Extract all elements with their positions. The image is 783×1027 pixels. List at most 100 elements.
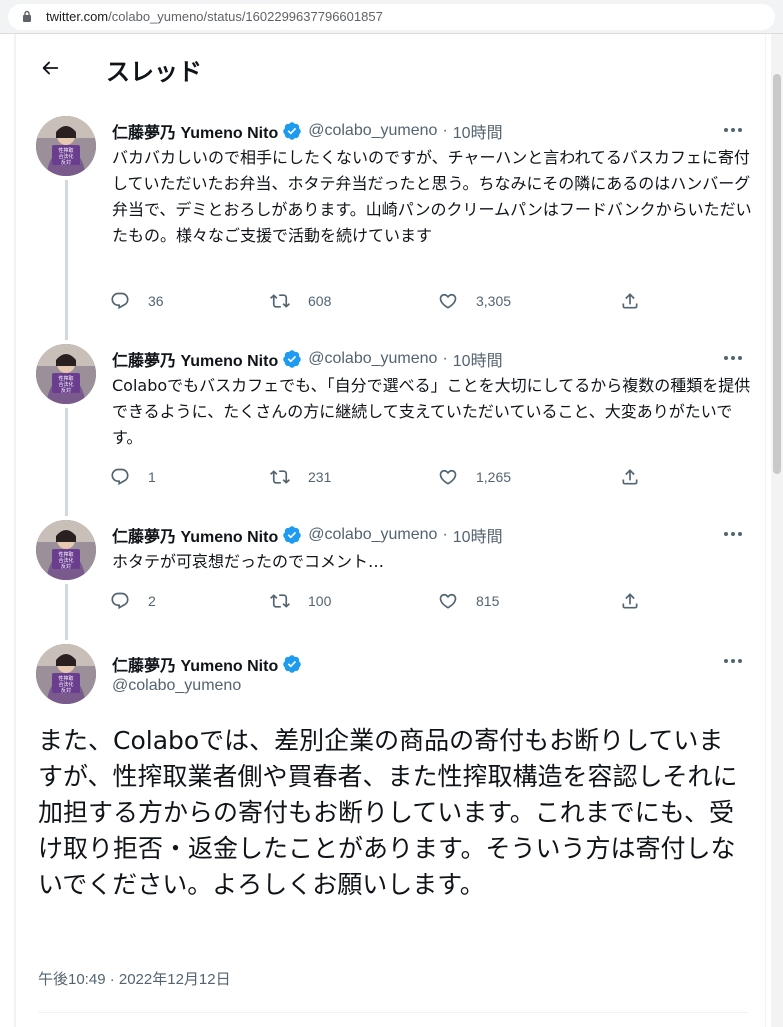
author-handle[interactable]: @colabo_yumeno (112, 677, 241, 695)
svg-text:反対: 反対 (61, 563, 71, 570)
tweet-time[interactable]: 10時間 (453, 347, 503, 371)
page-scrollbar[interactable] (771, 34, 783, 1027)
url-field[interactable]: twitter.com/colabo_yumeno/status/1602299… (8, 4, 775, 30)
main-tweet-text: また、Colaboでは、差別企業の商品の寄付もお断りしていますが、性搾取業者側や… (38, 726, 738, 899)
retweet-icon (270, 294, 290, 308)
thread-connector (65, 180, 68, 340)
heart-icon (439, 593, 457, 609)
svg-text:性搾取: 性搾取 (58, 147, 73, 154)
share-button[interactable] (620, 467, 658, 487)
like-button[interactable]: 3,305 (438, 291, 511, 311)
reply-icon (111, 292, 129, 310)
tweet-actions: 36 608 3,305 (110, 291, 650, 315)
retweet-count: 100 (308, 593, 332, 609)
retweet-count: 231 (308, 469, 332, 485)
reply-count: 2 (148, 593, 156, 609)
svg-text:合法化: 合法化 (58, 381, 73, 388)
reply-button[interactable]: 1 (110, 467, 156, 487)
like-button[interactable]: 1,265 (438, 467, 511, 487)
reply-count: 1 (148, 469, 156, 485)
svg-text:合法化: 合法化 (58, 557, 73, 564)
tweet-actions: 1 231 1,265 (110, 467, 650, 491)
url-path: /colabo_yumeno/status/160229963779660185… (108, 9, 383, 24)
tweet-header: 仁藤夢乃 Yumeno Nito @colabo_yumeno · 10時間 (112, 523, 503, 547)
avatar[interactable]: 性搾取 合法化 反対 (36, 644, 96, 704)
avatar-image: 性搾取 合法化 反対 (36, 520, 96, 580)
avatar-image: 性搾取 合法化 反対 (36, 644, 96, 704)
thread-connector (65, 584, 68, 640)
avatar[interactable]: 性搾取 合法化 反対 (36, 344, 96, 404)
scrollbar-thumb[interactable] (773, 74, 781, 474)
svg-text:性搾取: 性搾取 (58, 551, 73, 558)
column-border-right (765, 34, 766, 1027)
verified-badge-icon (283, 122, 301, 140)
divider (38, 1012, 748, 1013)
tweet-text: バカバカしいので相手にしたくないのですが、チャーハンと言われてるバスカフェに寄付… (112, 148, 752, 245)
svg-text:性搾取: 性搾取 (58, 675, 73, 682)
retweet-button[interactable]: 100 (270, 591, 331, 611)
browser-address-bar[interactable]: twitter.com/colabo_yumeno/status/1602299… (0, 0, 783, 34)
svg-text:反対: 反対 (61, 687, 71, 694)
tweet-text: Colaboでもバスカフェでも、「自分で選べる」ことを大切にしてるから複数の種類… (112, 376, 751, 447)
tweet-header: 仁藤夢乃 Yumeno Nito @colabo_yumeno · 10時間 (112, 119, 503, 143)
author-handle[interactable]: @colabo_yumeno (308, 350, 437, 368)
more-horizontal-icon (724, 356, 742, 360)
reply-icon (111, 592, 129, 610)
svg-text:合法化: 合法化 (58, 153, 73, 160)
reply-count: 36 (148, 293, 164, 309)
avatar-image: 性搾取 合法化 反対 (36, 344, 96, 404)
verified-badge-icon (283, 655, 301, 673)
main-author-name-row: 仁藤夢乃 Yumeno Nito (112, 652, 308, 676)
avatar-image: 性搾取 合法化 反対 (36, 116, 96, 176)
arrow-left-icon (42, 61, 59, 75)
more-button[interactable] (720, 348, 746, 368)
more-button[interactable] (720, 651, 746, 671)
heart-icon (439, 293, 457, 309)
retweet-button[interactable]: 608 (270, 291, 331, 311)
svg-text:合法化: 合法化 (58, 681, 73, 688)
more-button[interactable] (720, 120, 746, 140)
tweet-text: ホタテが可哀想だったのでコメント… (112, 552, 385, 571)
url-host: twitter.com (46, 9, 109, 24)
back-button[interactable] (33, 51, 67, 85)
share-icon (622, 593, 638, 609)
lock-icon (23, 10, 31, 22)
tweet-time[interactable]: 10時間 (453, 119, 503, 143)
url-text: twitter.com/colabo_yumeno/status/1602299… (46, 9, 383, 24)
more-horizontal-icon (724, 128, 742, 132)
verified-badge-icon (283, 526, 301, 544)
thread-connector (65, 408, 68, 516)
like-button[interactable]: 815 (438, 591, 499, 611)
reply-button[interactable]: 36 (110, 291, 164, 311)
tweet-header: 仁藤夢乃 Yumeno Nito @colabo_yumeno · 10時間 (112, 347, 503, 371)
retweet-count: 608 (308, 293, 332, 309)
share-button[interactable] (620, 291, 658, 311)
retweet-button[interactable]: 231 (270, 467, 331, 487)
verified-badge-icon (283, 350, 301, 368)
author-handle[interactable]: @colabo_yumeno (308, 122, 437, 140)
retweet-icon (270, 470, 290, 484)
more-button[interactable] (720, 524, 746, 544)
separator-dot: · (442, 122, 448, 139)
heart-icon (439, 469, 457, 485)
author-handle[interactable]: @colabo_yumeno (308, 526, 437, 544)
like-count: 815 (476, 593, 500, 609)
svg-text:反対: 反対 (61, 159, 71, 166)
author-name[interactable]: 仁藤夢乃 Yumeno Nito (112, 523, 278, 547)
author-name[interactable]: 仁藤夢乃 Yumeno Nito (112, 119, 278, 143)
thread-header: スレッド (0, 34, 771, 102)
author-name[interactable]: 仁藤夢乃 Yumeno Nito (112, 652, 278, 676)
author-name[interactable]: 仁藤夢乃 Yumeno Nito (112, 347, 278, 371)
tweet-timestamp[interactable]: 午後10:49 · 2022年12月12日 (38, 968, 231, 989)
svg-text:反対: 反対 (61, 387, 71, 394)
separator-dot: · (442, 526, 448, 543)
retweet-icon (270, 594, 290, 608)
page-title: スレッド (106, 59, 202, 86)
tweet-time[interactable]: 10時間 (453, 523, 503, 547)
avatar[interactable]: 性搾取 合法化 反対 (36, 520, 96, 580)
reply-button[interactable]: 2 (110, 591, 156, 611)
avatar[interactable]: 性搾取 合法化 反対 (36, 116, 96, 176)
like-count: 1,265 (476, 469, 512, 485)
column-border-left (14, 34, 16, 1027)
share-button[interactable] (620, 591, 658, 611)
